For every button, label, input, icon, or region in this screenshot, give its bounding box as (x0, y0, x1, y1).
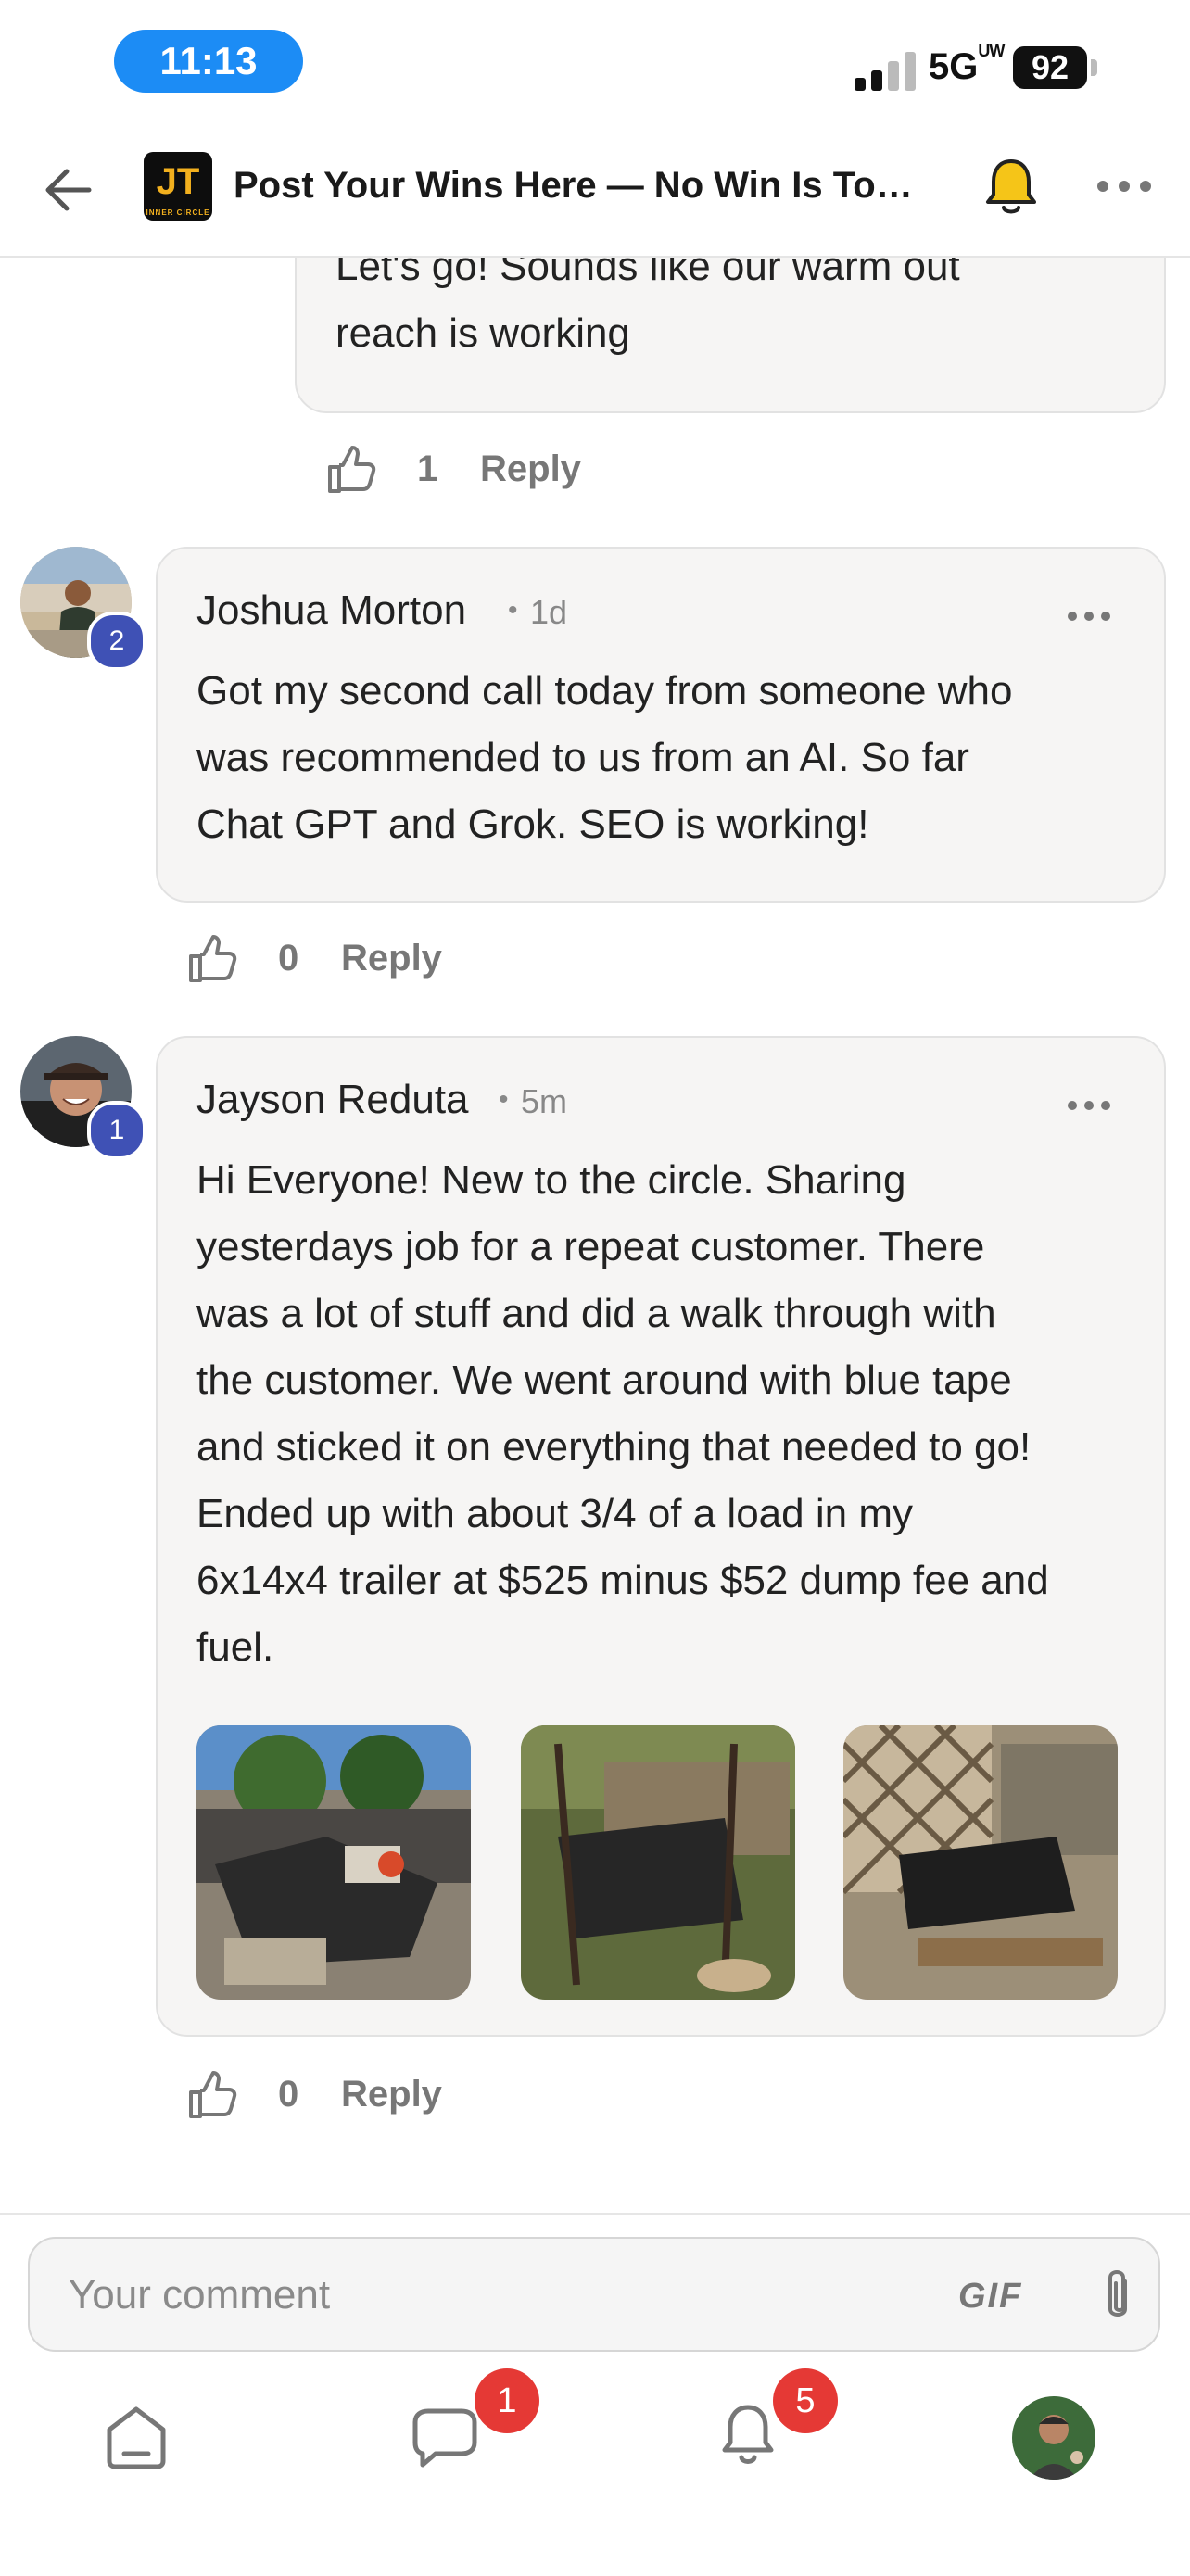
home-icon (107, 2406, 166, 2469)
comment-text: reach is working (335, 310, 630, 356)
arrow-left-icon (45, 169, 92, 211)
notifications-badge: 5 (773, 2368, 838, 2433)
comment-text: Got my second call today from someone wh… (196, 668, 1013, 713)
comment-author[interactable]: Jayson Reduta (196, 1077, 469, 1123)
like-count: 0 (278, 938, 299, 979)
status-time: 11:13 (114, 30, 303, 93)
comment-text: Chat GPT and Grok. SEO is working! (196, 802, 869, 847)
bell-icon (986, 159, 1036, 214)
comment-input[interactable] (67, 2261, 905, 2330)
messages-badge: 1 (475, 2368, 539, 2433)
rank-badge: 1 (87, 1101, 146, 1160)
comment-text: yesterdays job for a repeat customer. Th… (196, 1224, 985, 1269)
comment-text: fuel. (196, 1624, 274, 1670)
comment-actions: 1 Reply (324, 443, 695, 499)
user-photo (1012, 2396, 1095, 2480)
battery-level: 92 (1013, 46, 1087, 89)
like-count: 1 (417, 448, 438, 489)
comment-text: was a lot of stuff and did a walk throug… (196, 1291, 996, 1336)
thumbs-up-icon (328, 446, 376, 493)
attachment-image[interactable] (521, 1725, 795, 2000)
junk-pile-photo (196, 1725, 471, 2000)
comment-options-button[interactable] (1068, 1095, 1114, 1114)
page-title[interactable]: Post Your Wins Here — No Win Is Too ... (234, 159, 927, 211)
comment-text: Ended up with about 3/4 of a load in my (196, 1491, 913, 1536)
profile-tab-avatar[interactable] (1012, 2396, 1095, 2480)
status-bar: 11:13 5GUW 92 (0, 0, 1190, 120)
comment-bubble: Joshua Morton • 1d Got my second call to… (156, 547, 1166, 903)
rank-badge: 2 (87, 612, 146, 671)
attachment-image[interactable] (196, 1725, 471, 2000)
comment-author[interactable]: Joshua Morton (196, 587, 466, 634)
reply-button[interactable]: Reply (480, 448, 581, 490)
like-button[interactable] (185, 932, 239, 986)
comment-text: 6x14x4 trailer at $525 minus $52 dump fe… (196, 1558, 1049, 1603)
nav-home-tab[interactable] (85, 2381, 187, 2493)
separator-dot: • (499, 1084, 509, 1115)
comment-options-button[interactable] (1068, 606, 1114, 625)
separator-dot: • (508, 595, 518, 625)
paperclip-icon (1108, 2270, 1127, 2317)
attachment-image[interactable] (843, 1725, 1118, 2000)
comment-actions: 0 Reply (185, 932, 556, 988)
comment-time: 5m (521, 1082, 568, 1120)
like-button[interactable] (185, 2068, 239, 2122)
comment-actions: 0 Reply (185, 2068, 556, 2124)
swing-photo (521, 1725, 795, 2000)
like-count: 0 (278, 2074, 299, 2115)
notify-bell-button[interactable] (982, 154, 1040, 219)
like-button[interactable] (324, 443, 378, 497)
community-logo[interactable]: JT INNER CIRCLE (144, 152, 212, 221)
comment-text: was recommended to us from an AI. So far (196, 735, 969, 780)
back-button[interactable] (37, 158, 102, 222)
reply-button[interactable]: Reply (341, 938, 442, 979)
comment-text: the customer. We went around with blue t… (196, 1357, 1012, 1403)
thumbs-up-icon (189, 2071, 237, 2118)
comment-bubble: Jayson Reduta • 5m Hi Everyone! New to t… (156, 1036, 1166, 2037)
comment-text: Hi Everyone! New to the circle. Sharing (196, 1157, 906, 1203)
network-type: 5GUW (929, 41, 1005, 87)
thumbs-up-icon (189, 935, 237, 982)
comment-time: 1d (530, 593, 568, 631)
ellipsis-icon (1097, 181, 1151, 192)
app-header: JT INNER CIRCLE Post Your Wins Here — No… (0, 120, 1190, 258)
lattice-yard-photo (843, 1725, 1118, 2000)
signal-strength-icon (855, 48, 919, 91)
comment-text: and sticked it on everything that needed… (196, 1424, 1032, 1470)
reply-button[interactable]: Reply (341, 2074, 442, 2115)
more-options-button[interactable] (1094, 172, 1155, 200)
battery-icon (1091, 59, 1097, 76)
gif-button[interactable]: GIF (958, 2268, 1022, 2324)
attach-button[interactable] (1092, 2265, 1144, 2328)
comment-composer: GIF (28, 2237, 1160, 2352)
